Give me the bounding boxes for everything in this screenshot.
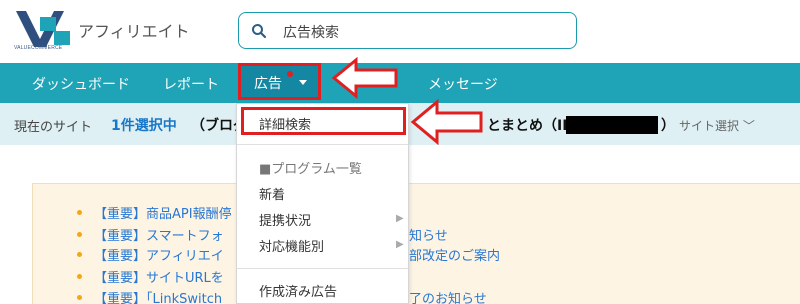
nav-ad-label: 広告	[254, 76, 282, 92]
detail-search-highlight	[241, 107, 406, 135]
menu-divider	[237, 268, 408, 269]
notice-link-5[interactable]: 【重要】「LinkSwitch	[94, 288, 222, 304]
menu-divider	[237, 144, 408, 145]
notice-link-2[interactable]: 【重要】スマートフォ	[94, 225, 224, 244]
notice-link-3[interactable]: 【重要】アフィリエイ	[94, 245, 224, 264]
menu-program-list-heading: ■プログラム一覧	[259, 162, 362, 177]
notice-bullet	[77, 252, 82, 257]
annotation-arrow-left-icon	[410, 99, 483, 145]
main-nav: ダッシュボード レポート 広告 メッセージ	[0, 63, 800, 103]
redacted-id	[566, 116, 658, 134]
notice-bullet	[77, 210, 82, 215]
notice-bullet	[77, 274, 82, 279]
selected-count[interactable]: 1件選択中	[111, 115, 177, 135]
notice-bullet	[77, 295, 82, 300]
chevron-right-icon: ▶	[396, 213, 404, 224]
notice-link-3-end[interactable]: 部改定のご案内	[409, 245, 500, 264]
menu-features[interactable]: 対応機能別	[259, 236, 324, 255]
site-name-close: ）	[661, 118, 675, 134]
nav-messages[interactable]: メッセージ	[428, 74, 498, 94]
menu-created-ads[interactable]: 作成済み広告	[259, 281, 337, 300]
nav-report[interactable]: レポート	[163, 74, 219, 94]
search-input[interactable]: 広告検索	[283, 22, 339, 42]
ad-search-box[interactable]: 広告検索	[238, 12, 577, 49]
site-select-button[interactable]: サイト選択 ﹀	[679, 117, 755, 134]
notice-link-4[interactable]: 【重要】サイトURLを	[94, 267, 224, 286]
logo-subtext: VALUECOMMERCE	[14, 45, 63, 51]
search-icon	[252, 24, 267, 39]
menu-new[interactable]: 新着	[259, 184, 285, 203]
chevron-right-icon: ▶	[396, 239, 404, 250]
brand-name[interactable]: アフィリエイト	[78, 18, 190, 42]
notice-link-1[interactable]: 【重要】商品API報酬停	[94, 203, 232, 222]
current-site-label: 現在のサイト	[14, 120, 93, 135]
nav-dashboard[interactable]: ダッシュボード	[32, 74, 130, 94]
notice-link-5-end[interactable]: 了のお知らせ	[409, 288, 487, 304]
notice-bullet	[77, 232, 82, 237]
notice-link-2-end[interactable]: 知らせ	[409, 225, 448, 244]
notification-dot	[287, 71, 293, 77]
annotation-arrow-left-icon	[331, 57, 398, 99]
header: VALUECOMMERCE アフィリエイト 広告検索	[0, 0, 800, 63]
menu-partnership-status[interactable]: 提携状況	[259, 210, 311, 229]
nav-ad-menu[interactable]: 広告	[238, 63, 321, 100]
caret-down-icon	[299, 80, 307, 85]
